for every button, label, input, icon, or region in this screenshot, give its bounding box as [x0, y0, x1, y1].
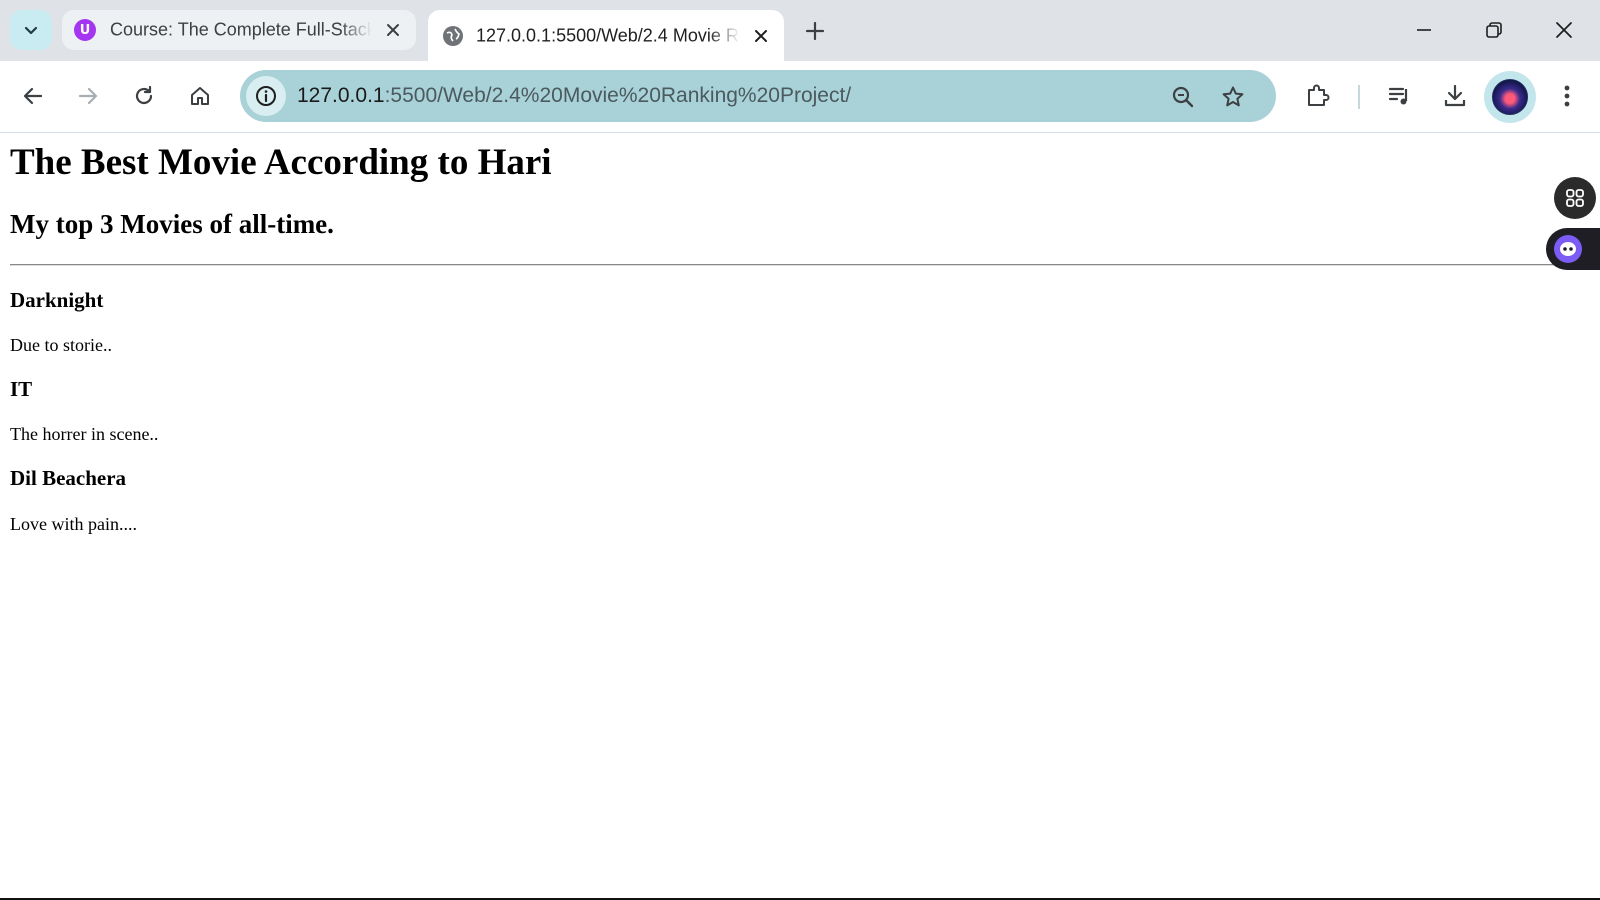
divider: [10, 264, 1590, 266]
avatar: [1492, 79, 1528, 115]
movie-title: IT: [10, 377, 33, 401]
page-title: The Best Movie According to Hari: [10, 142, 552, 183]
assistant-face-icon: [1554, 235, 1582, 263]
download-icon: [1444, 84, 1466, 107]
forward-button[interactable]: [68, 76, 108, 116]
more-vertical-icon: [1564, 85, 1570, 107]
page-subtitle: My top 3 Movies of all-time.: [10, 209, 334, 239]
star-icon: [1222, 86, 1244, 107]
site-info-button[interactable]: [246, 76, 286, 116]
udemy-icon: U: [74, 19, 96, 41]
playlist-icon: [1388, 87, 1408, 105]
close-icon: [1556, 22, 1572, 38]
movie-description: Love with pain....: [10, 514, 137, 534]
movie-title: Darknight: [10, 288, 104, 312]
url-path: :5500/Web/2.4%20Movie%20Ranking%20Projec…: [384, 84, 852, 107]
chevron-down-icon: [24, 26, 38, 35]
address-bar[interactable]: 127.0.0.1:5500/Web/2.4%20Movie%20Ranking…: [240, 70, 1276, 122]
zoom-out-icon: [1172, 86, 1194, 108]
puzzle-icon: [1308, 84, 1330, 106]
zoom-button[interactable]: [1168, 82, 1198, 112]
grid-icon: [1566, 189, 1584, 207]
close-window-button[interactable]: [1542, 10, 1586, 50]
close-tab-icon[interactable]: [752, 27, 770, 45]
minimize-icon: [1417, 29, 1431, 31]
movie-title: Dil Beachera: [10, 466, 127, 490]
tab-movie-ranking[interactable]: 127.0.0.1:5500/Web/2.4 Movie Ranking Pro…: [428, 10, 784, 61]
reload-icon: [135, 85, 153, 105]
tab-title: 127.0.0.1:5500/Web/2.4 Movie Ranking Pro…: [476, 25, 740, 45]
menu-button[interactable]: [1547, 76, 1587, 116]
plus-icon: [805, 21, 825, 41]
globe-icon: [442, 25, 464, 47]
home-icon: [191, 87, 209, 105]
new-tab-button[interactable]: [796, 12, 834, 50]
tab-strip: U Course: The Complete Full-Stack Web De…: [0, 0, 1600, 61]
movie-description: Due to storie..: [10, 335, 112, 355]
apps-widget-button[interactable]: [1554, 177, 1596, 219]
tab-search-button[interactable]: [10, 10, 52, 50]
home-button[interactable]: [180, 76, 220, 116]
back-button[interactable]: [13, 76, 53, 116]
url-host: 127.0.0.1: [297, 84, 385, 107]
profile-button[interactable]: [1484, 71, 1536, 123]
browser-toolbar: 127.0.0.1:5500/Web/2.4%20Movie%20Ranking…: [0, 61, 1600, 134]
arrow-right-icon: [78, 87, 98, 105]
page-content: The Best Movie According to Hari My top …: [0, 133, 1600, 900]
tab-title: Course: The Complete Full-Stack Web Deve…: [110, 19, 372, 40]
tab-udemy-course[interactable]: U Course: The Complete Full-Stack Web De…: [62, 10, 416, 50]
restore-button[interactable]: [1472, 10, 1516, 50]
movie-description: The horrer in scene..: [10, 424, 159, 444]
assistant-widget-button[interactable]: [1546, 228, 1600, 270]
close-tab-icon[interactable]: [384, 21, 402, 39]
info-icon: [256, 86, 276, 106]
reload-button[interactable]: [124, 76, 164, 116]
restore-icon: [1486, 22, 1502, 38]
minimize-button[interactable]: [1402, 10, 1446, 50]
extensions-button[interactable]: [1298, 76, 1338, 116]
url-text[interactable]: 127.0.0.1:5500/Web/2.4%20Movie%20Ranking…: [297, 84, 851, 108]
media-controls-button[interactable]: [1380, 76, 1420, 116]
bookmark-button[interactable]: [1218, 82, 1248, 112]
downloads-button[interactable]: [1435, 76, 1475, 116]
toolbar-separator: [1358, 85, 1360, 109]
arrow-left-icon: [23, 87, 43, 105]
